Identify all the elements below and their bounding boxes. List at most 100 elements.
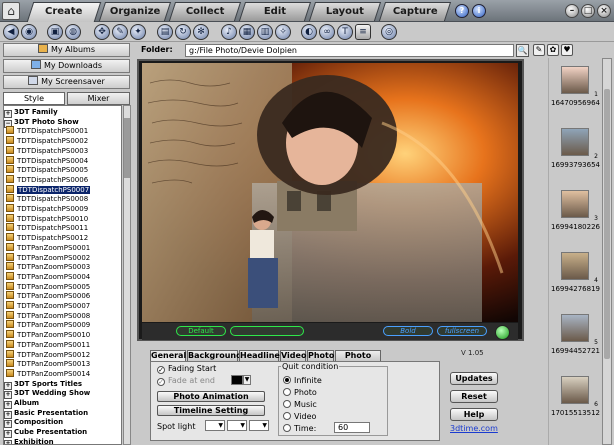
tab-capture[interactable]: Capture <box>378 2 452 21</box>
minimize-button[interactable]: – <box>565 4 579 18</box>
tab-create[interactable]: Create <box>26 2 102 22</box>
updates-button[interactable]: Updates <box>450 372 498 385</box>
quit-time-radio[interactable]: Time: <box>283 424 316 433</box>
tree-item[interactable]: TDTDispatchPS0003 <box>6 145 88 156</box>
image-icon[interactable]: ▣ <box>47 24 63 40</box>
tree-item[interactable]: TDTPanZoomPS0003 <box>6 262 90 272</box>
orb-icon[interactable]: ◎ <box>381 24 397 40</box>
heart-icon[interactable]: ♥ <box>561 44 573 56</box>
tree-group[interactable]: +3DT Sports Titles <box>4 379 82 390</box>
close-button[interactable]: × <box>597 4 611 18</box>
tree-item[interactable]: TDTDispatchPS0007 <box>6 184 91 195</box>
paint-icon[interactable]: ✿ <box>547 44 559 56</box>
tree-group[interactable]: + Basic Presentation <box>4 408 88 419</box>
move-icon[interactable]: ✥ <box>94 24 110 40</box>
spot-light-select-3[interactable]: ▼ <box>249 420 269 431</box>
tab-mixer[interactable]: Mixer <box>67 92 130 105</box>
maximize-button[interactable]: □ <box>581 4 595 18</box>
tree-group[interactable]: +3DT Wedding Show <box>4 388 90 400</box>
tree-item[interactable]: TDTDispatchPS0010 <box>6 213 88 224</box>
tree-item[interactable]: TDTPanZoomPS0006 <box>6 291 90 301</box>
photo-animation-button[interactable]: Photo Animation <box>157 391 265 402</box>
help-button[interactable]: Help <box>450 408 498 421</box>
photo-icon[interactable]: ▦ <box>239 24 255 40</box>
tab-layout[interactable]: Layout <box>308 2 382 21</box>
quit-photo-radio[interactable]: Photo <box>283 388 317 397</box>
style-tree[interactable]: +3DT Family −3DT Photo Show TDTDispatchPS0… <box>3 105 122 445</box>
help-icon[interactable]: ? <box>455 4 469 18</box>
tree-item[interactable]: TDTDispatchPS0011 <box>6 223 88 233</box>
tree-item[interactable]: TDTPanZoomPS0014 <box>6 368 90 379</box>
tree-group[interactable]: −3DT Photo Show <box>4 117 79 128</box>
spot-light-select-1[interactable]: ▼ <box>205 420 225 431</box>
my-screensaver-button[interactable]: My Screensaver <box>3 75 130 89</box>
tree-item[interactable]: TDTPanZoomPS0004 <box>6 271 90 282</box>
fade-at-end-checkbox[interactable]: ✓ Fade at end <box>157 376 215 386</box>
text-icon[interactable]: T <box>337 24 353 40</box>
tree-item[interactable]: TDTPanZoomPS0008 <box>6 310 90 321</box>
browse-icon[interactable]: 🔍 <box>516 44 529 57</box>
timeline-setting-button[interactable]: Timeline Setting <box>157 405 265 416</box>
my-albums-button[interactable]: My Albums <box>3 43 130 57</box>
tools-icon[interactable]: ✎ <box>112 24 128 40</box>
expand-icon[interactable]: + <box>4 439 12 444</box>
slideshow-icon[interactable]: ▥ <box>257 24 273 40</box>
quit-music-radio[interactable]: Music <box>283 400 317 409</box>
tree-item[interactable]: TDTDispatchPS0009 <box>6 204 88 214</box>
refresh-icon[interactable]: ↻ <box>175 24 191 40</box>
back-icon[interactable]: ◀ <box>3 24 19 40</box>
tree-item[interactable]: TDTPanZoomPS0009 <box>6 320 90 330</box>
link-icon[interactable]: ∞ <box>319 24 335 40</box>
tree-scrollbar[interactable] <box>123 105 131 445</box>
tree-item[interactable]: TDTDispatchPS0012 <box>6 233 88 243</box>
tree-group[interactable]: + Composition <box>4 417 63 429</box>
tree-item[interactable]: TDTPanZoomPS0010 <box>6 330 90 340</box>
tree-item[interactable]: TDTDispatchPS0001 <box>6 126 88 136</box>
chevron-down-icon[interactable]: ▼ <box>243 375 251 385</box>
tree-item[interactable]: TDTDispatchPS0005 <box>6 165 88 175</box>
tab-collect[interactable]: Collect <box>168 2 242 21</box>
tree-item[interactable]: TDTPanZoomPS0002 <box>6 252 90 263</box>
tree-item[interactable]: TDTDispatchPS0006 <box>6 174 88 185</box>
gear-icon[interactable]: ✻ <box>193 24 209 40</box>
tree-item[interactable]: TDTDispatchPS0002 <box>6 136 88 146</box>
play-button[interactable] <box>495 325 510 340</box>
star-icon[interactable]: ✦ <box>130 24 146 40</box>
tree-item[interactable]: TDTPanZoomPS0012 <box>6 349 90 360</box>
tree-group[interactable]: + Exhibition <box>4 437 54 444</box>
tree-item[interactable]: TDTPanZoomPS0007 <box>6 301 90 311</box>
disc-icon[interactable]: ◉ <box>21 24 37 40</box>
tree-item[interactable]: TDTPanZoomPS0001 <box>6 242 90 253</box>
quit-infinite-radio[interactable]: Infinite <box>283 376 322 385</box>
quit-video-radio[interactable]: Video <box>283 412 316 421</box>
palette-icon[interactable]: ◐ <box>301 24 317 40</box>
seek-slider[interactable] <box>230 326 304 336</box>
time-input[interactable]: 60 <box>334 422 370 433</box>
fullscreen-button[interactable]: fullscreen <box>437 326 487 336</box>
effects-icon[interactable]: ✧ <box>275 24 291 40</box>
tree-group[interactable]: + Cube Presentation <box>4 427 87 439</box>
tree-item[interactable]: TDTPanZoomPS0005 <box>6 281 90 292</box>
music-icon[interactable]: ♪ <box>221 24 237 40</box>
globe-icon[interactable]: ◍ <box>65 24 81 40</box>
home-icon[interactable]: ⌂ <box>2 2 20 20</box>
tab-edit[interactable]: Edit <box>238 2 312 21</box>
tree-item[interactable]: TDTDispatchPS0004 <box>6 155 88 166</box>
thumbnail-scrollbar[interactable] <box>602 58 612 445</box>
film-icon[interactable]: ▤ <box>157 24 173 40</box>
tree-group[interactable]: + Album <box>4 398 39 409</box>
fading-start-checkbox[interactable]: ✓ Fading Start <box>157 364 216 374</box>
website-link[interactable]: 3dtime.com <box>450 424 498 433</box>
fade-color-swatch[interactable] <box>231 375 243 385</box>
list-icon[interactable]: ≡ <box>355 24 371 40</box>
my-downloads-button[interactable]: My Downloads <box>3 59 130 73</box>
tree-item[interactable]: TDTPanZoomPS0013 <box>6 359 90 369</box>
reset-button[interactable]: Reset <box>450 390 498 403</box>
tab-style[interactable]: Style <box>3 92 65 105</box>
tree-item[interactable]: TDTDispatchPS0008 <box>6 194 88 204</box>
tree-item[interactable]: TDTPanZoomPS0011 <box>6 339 90 350</box>
tab-organize[interactable]: Organize <box>98 2 172 21</box>
info-icon[interactable]: i <box>472 4 486 18</box>
folder-path-input[interactable]: g:/File Photo/Devie Dolpien <box>185 44 514 57</box>
spot-light-select-2[interactable]: ▼ <box>227 420 247 431</box>
